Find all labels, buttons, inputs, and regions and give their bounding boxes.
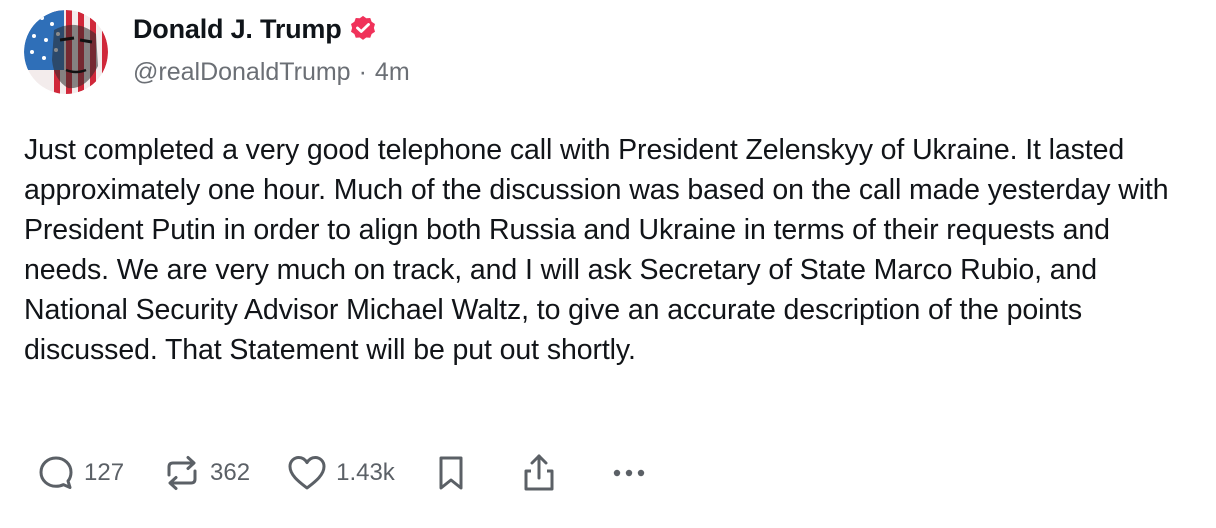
- author-name[interactable]: Donald J. Trump: [133, 14, 342, 45]
- reply-icon: [36, 453, 76, 493]
- more-options-button[interactable]: [609, 463, 649, 483]
- heart-icon: [286, 453, 328, 493]
- repost-button[interactable]: 362: [162, 453, 250, 493]
- author-name-row: Donald J. Trump: [133, 12, 378, 46]
- like-button[interactable]: 1.43k: [286, 453, 395, 493]
- more-icon: [609, 463, 649, 483]
- separator-dot: ·: [358, 58, 367, 86]
- share-button[interactable]: [521, 452, 557, 494]
- avatar[interactable]: [24, 10, 108, 94]
- like-count: 1.43k: [336, 459, 395, 486]
- handle-row: @realDonaldTrump · 4m: [133, 58, 410, 87]
- avatar-image: [24, 10, 108, 94]
- post-body: Just completed a very good telephone cal…: [24, 134, 1169, 366]
- share-icon: [521, 452, 557, 494]
- author-handle[interactable]: @realDonaldTrump: [133, 58, 351, 87]
- bookmark-button[interactable]: [435, 453, 467, 493]
- action-bar: 127 362 1.43k: [36, 448, 649, 498]
- repost-icon: [162, 453, 202, 493]
- bookmark-icon: [435, 453, 467, 493]
- reply-count: 127: [84, 459, 125, 486]
- verified-badge-icon: [348, 14, 378, 44]
- reply-button[interactable]: 127: [36, 453, 124, 493]
- post-time[interactable]: 4m: [375, 58, 410, 87]
- repost-count: 362: [210, 459, 251, 486]
- post-card: Donald J. Trump @realDonaldTrump · 4m Ju…: [0, 0, 1216, 528]
